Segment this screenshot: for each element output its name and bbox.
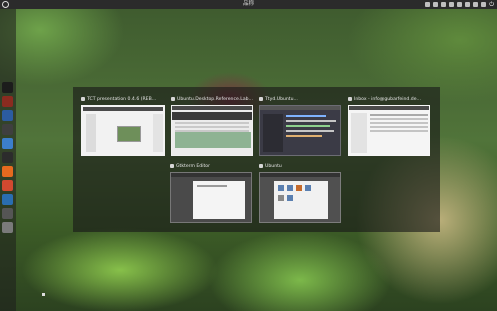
mouse-pointer [42, 293, 45, 296]
spread-window-3[interactable]: Ttyd.Ubuntu... [259, 96, 341, 156]
user-icon[interactable] [481, 2, 487, 7]
text-editor-icon[interactable] [2, 138, 13, 149]
app-icon[interactable] [2, 194, 13, 205]
network-icon[interactable] [425, 2, 431, 7]
app-icon [259, 163, 263, 168]
store-icon[interactable] [2, 180, 13, 191]
app-icon [171, 96, 175, 101]
volume-icon[interactable] [457, 2, 463, 7]
workspace-icon[interactable] [2, 208, 13, 219]
trash-icon[interactable] [2, 222, 13, 233]
window-thumbnail [170, 172, 252, 223]
window-thumbnail [171, 105, 253, 156]
app-icon [259, 96, 263, 101]
spread-window-6[interactable]: Ubuntu [259, 163, 341, 223]
window-thumbnail [259, 172, 341, 223]
window-label: Ubuntu.Desktop.Reference.Lab... [171, 96, 253, 104]
window-thumbnail [81, 105, 165, 156]
files-icon[interactable] [2, 96, 13, 107]
app-icon [348, 96, 352, 101]
app-icon [170, 163, 174, 168]
terminal-icon[interactable] [2, 152, 13, 163]
spread-window-2[interactable]: Ubuntu.Desktop.Reference.Lab... [171, 96, 253, 156]
window-thumbnail [348, 105, 430, 156]
window-label: Ubuntu [259, 163, 341, 171]
window-label: Gtkterm Editor [170, 163, 252, 171]
window-thumbnail [259, 105, 341, 156]
ubuntu-logo-icon[interactable] [2, 82, 13, 93]
firefox-icon[interactable] [2, 166, 13, 177]
launcher [0, 9, 16, 311]
window-label: TCT presentation 0.4.6 (REB... [81, 96, 165, 104]
settings-icon[interactable] [2, 124, 13, 135]
system-tray: ⏻ [425, 1, 494, 8]
chat-icon[interactable] [441, 2, 447, 7]
clock-icon[interactable] [473, 2, 479, 7]
window-label: Ttyd.Ubuntu... [259, 96, 341, 104]
window-label: Inbox - info@gubarfeind.de... [348, 96, 430, 104]
top-panel: 品称 ⏻ [0, 0, 497, 9]
panel-title: 品称 [242, 1, 254, 7]
spread-window-1[interactable]: TCT presentation 0.4.6 (REB... [81, 96, 165, 156]
power-icon[interactable]: ⏻ [489, 1, 494, 8]
app-icon [81, 96, 85, 101]
window-spread: TCT presentation 0.4.6 (REB... Ubuntu.De… [73, 87, 440, 232]
mail-icon[interactable] [449, 2, 455, 7]
keyboard-icon[interactable] [433, 2, 439, 7]
spread-window-4[interactable]: Inbox - info@gubarfeind.de... [348, 96, 430, 156]
battery-icon[interactable] [465, 2, 471, 7]
spread-window-5[interactable]: Gtkterm Editor [170, 163, 252, 223]
browser-icon[interactable] [2, 110, 13, 121]
